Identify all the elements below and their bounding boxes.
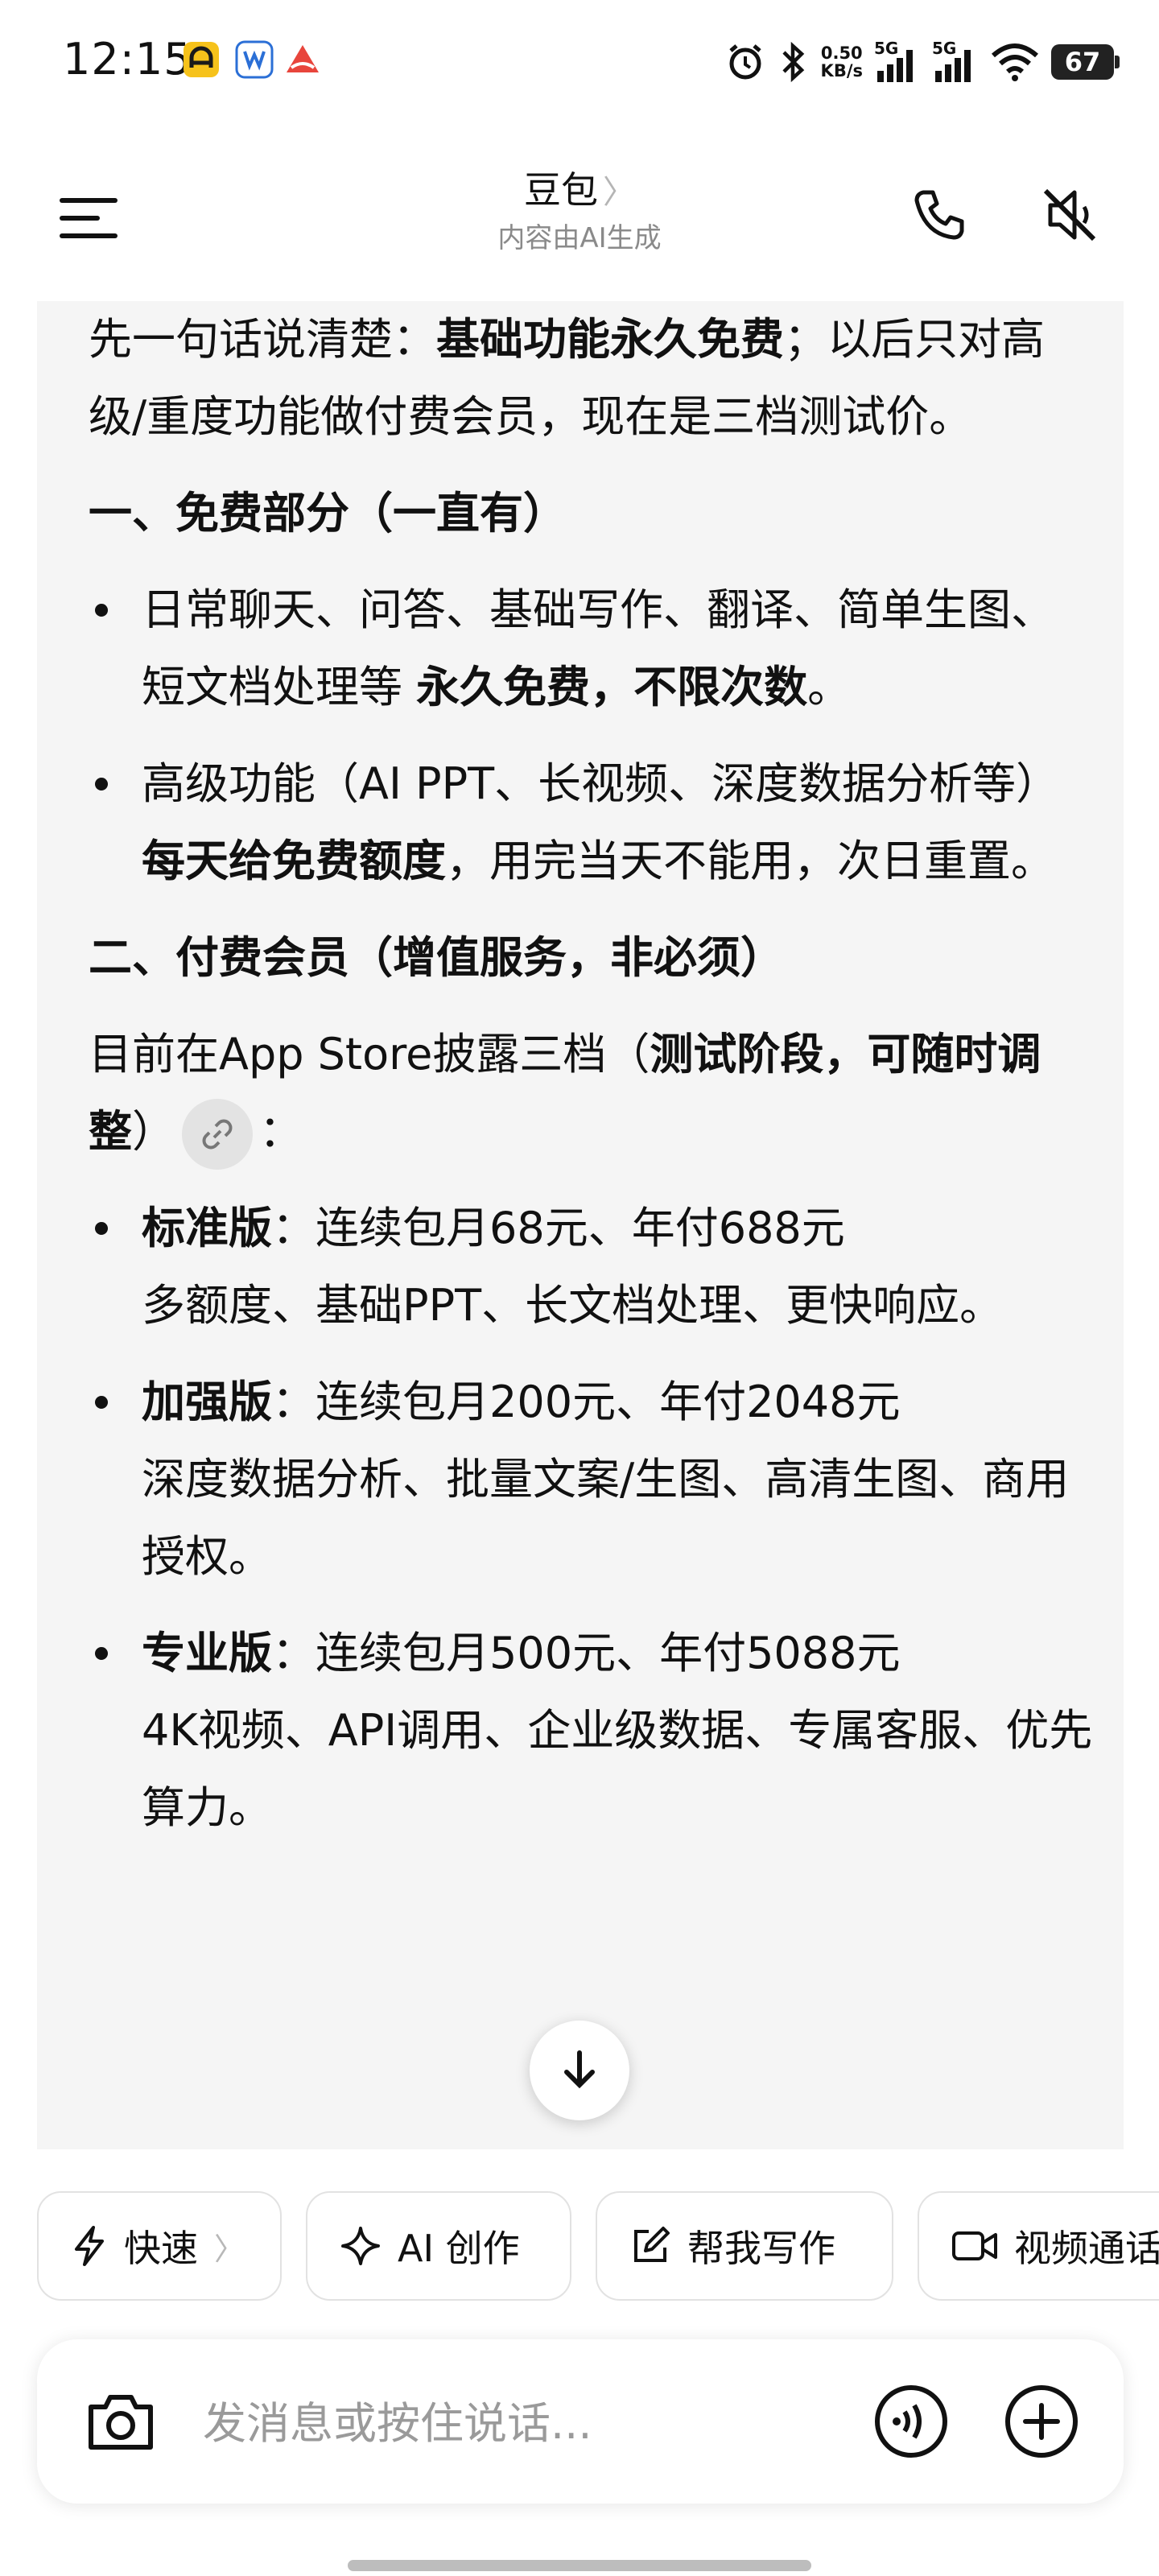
intro-paragraph: 先一句话说清楚：基础功能永久免费；以后只对高级/重度功能做付费会员，现在是三档测… [89, 314, 1045, 442]
lightning-icon [75, 2226, 104, 2266]
video-call-chip[interactable]: 视频通话 [918, 2191, 1159, 2301]
quick-action-bar: 快速 〉 AI 创作 帮我写作 视频通话 [37, 2191, 1159, 2304]
tier-item: 标准版：连续包月68元、年付688元 多额度、基础PPT、长文档处理、更快响应。 [89, 1190, 1095, 1344]
app-notification-icon [182, 40, 221, 79]
voice-input-button[interactable] [869, 2380, 953, 2463]
scroll-to-bottom-button[interactable] [530, 2021, 629, 2120]
writing-assist-chip[interactable]: 帮我写作 [596, 2191, 893, 2301]
add-attachment-button[interactable] [1000, 2380, 1083, 2463]
wifi-icon [992, 43, 1038, 81]
status-bar: 12:15 0.50 KB/s 5G 5G 67 [0, 0, 1159, 121]
app-notification-icon [235, 40, 274, 79]
chat-title[interactable]: 豆包〉 内容由AI生成 [0, 161, 1159, 255]
list-item: 高级功能（AI PPT、长视频、深度数据分析等）每天给免费额度，用完当天不能用，… [89, 745, 1095, 900]
list-item: 日常聊天、问答、基础写作、翻译、简单生图、短文档处理等 永久免费，不限次数。 [89, 572, 1095, 726]
page-title: 豆包 [524, 168, 598, 212]
signal-icon: 5G [932, 39, 979, 85]
section-heading: 二、付费会员（增值服务，非必须） [89, 932, 784, 983]
message-card: 先一句话说清楚：基础功能永久免费；以后只对高级/重度功能做付费会员，现在是三档测… [37, 301, 1124, 2149]
camera-button[interactable] [79, 2380, 163, 2463]
app-notification-icon [283, 40, 322, 79]
alarm-icon [728, 44, 761, 80]
phone-call-button[interactable] [903, 179, 975, 251]
source-link-button[interactable] [182, 1099, 253, 1170]
clock: 12:15 [63, 34, 192, 85]
quick-mode-chip[interactable]: 快速 〉 [37, 2191, 282, 2301]
voice-wave-icon [875, 2385, 947, 2458]
home-indicator[interactable] [348, 2560, 811, 2571]
message-input-bar: 发消息或按住说话... [37, 2339, 1124, 2504]
camera-icon [89, 2395, 153, 2450]
chevron-right-icon: 〉 [603, 174, 635, 211]
status-icons: 0.50 KB/s 5G 5G 67 [724, 35, 1120, 89]
chevron-right-icon: 〉 [214, 2231, 245, 2267]
paid-intro-paragraph: 目前在App Store披露三档（测试阶段，可随时调整）： [89, 1016, 1095, 1170]
net-speed: 0.50 KB/s [820, 43, 863, 80]
message-content: 先一句话说清楚：基础功能永久免费；以后只对高级/重度功能做付费会员，现在是三档测… [89, 301, 1095, 1847]
ai-generated-notice: 内容由AI生成 [497, 222, 662, 254]
arrow-down-icon [564, 2050, 595, 2089]
sparkle-icon [341, 2227, 380, 2265]
bluetooth-icon [782, 41, 804, 83]
tier-item: 专业版：连续包月500元、年付5088元 4K视频、API调用、企业级数据、专属客… [89, 1615, 1095, 1847]
mute-voice-button[interactable] [1033, 179, 1106, 251]
section-heading: 一、免费部分（一直有） [89, 488, 567, 539]
speaker-muted-icon [1043, 188, 1096, 242]
link-icon [202, 1119, 233, 1150]
message-input[interactable]: 发消息或按住说话... [203, 2388, 592, 2451]
battery-indicator: 67 [1051, 44, 1120, 80]
phone-icon [914, 190, 964, 240]
signal-icon: 5G [874, 39, 921, 85]
ai-create-chip[interactable]: AI 创作 [306, 2191, 571, 2301]
video-camera-icon [952, 2231, 997, 2260]
plus-circle-icon [1005, 2385, 1078, 2458]
tier-item: 加强版：连续包月200元、年付2048元 深度数据分析、批量文案/生图、高清生图、… [89, 1364, 1095, 1596]
edit-icon [634, 2227, 670, 2262]
